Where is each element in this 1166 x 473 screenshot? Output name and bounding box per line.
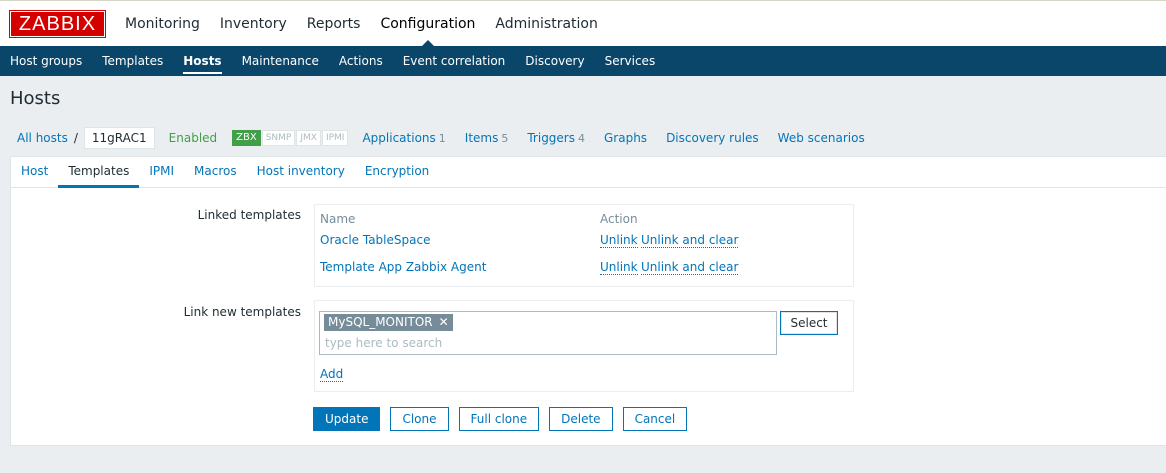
linked-template-name[interactable]: Oracle TableSpace <box>320 233 430 247</box>
form-buttons: Update Clone Full clone Delete Cancel <box>313 407 697 431</box>
breadcrumb-all-hosts[interactable]: All hosts <box>17 131 68 145</box>
triggers-link-wrap: Triggers 4 <box>527 131 585 145</box>
template-search-input[interactable] <box>325 335 765 351</box>
tab-templates[interactable]: Templates <box>58 157 140 188</box>
web-scenarios-link[interactable]: Web scenarios <box>778 131 865 145</box>
unlink-and-clear-link[interactable]: Unlink and clear <box>641 260 739 275</box>
unlink-link[interactable]: Unlink <box>600 233 638 248</box>
menu-reports[interactable]: Reports <box>297 1 371 47</box>
selected-template-label: MySQL_MONITOR <box>328 315 433 329</box>
host-form-panel: Host Templates IPMI Macros Host inventor… <box>10 156 1166 446</box>
snmp-status-badge: SNMP <box>261 130 296 146</box>
submenu-event-correlation[interactable]: Event correlation <box>393 46 516 76</box>
top-header: ZABBIX Monitoring Inventory Reports Conf… <box>0 0 1166 47</box>
submenu-actions[interactable]: Actions <box>329 46 393 76</box>
submenu-hosts[interactable]: Hosts <box>173 46 231 76</box>
unlink-and-clear-link[interactable]: Unlink and clear <box>641 233 739 248</box>
tab-encryption[interactable]: Encryption <box>355 157 439 187</box>
applications-count: 1 <box>438 132 446 145</box>
select-template-button[interactable]: Select <box>780 311 838 335</box>
unlink-link[interactable]: Unlink <box>600 260 638 275</box>
submenu-discovery[interactable]: Discovery <box>515 46 594 76</box>
delete-button[interactable]: Delete <box>549 407 613 431</box>
update-button[interactable]: Update <box>313 407 381 431</box>
tab-ipmi[interactable]: IPMI <box>139 157 184 187</box>
breadcrumb-current-host[interactable]: 11gRAC1 <box>83 127 155 149</box>
linked-templates-label: Linked templates <box>197 208 301 222</box>
add-template-link[interactable]: Add <box>320 367 344 382</box>
tab-host-inventory[interactable]: Host inventory <box>247 157 355 187</box>
clone-button[interactable]: Clone <box>390 407 449 431</box>
triggers-count: 4 <box>578 132 585 145</box>
remove-tag-icon[interactable]: ✕ <box>439 314 449 331</box>
column-name-header: Name <box>320 212 356 226</box>
menu-monitoring[interactable]: Monitoring <box>115 1 210 47</box>
items-link[interactable]: Items <box>465 131 499 145</box>
submenu-maintenance[interactable]: Maintenance <box>232 46 329 76</box>
tab-macros[interactable]: Macros <box>184 157 247 187</box>
link-new-templates-label: Link new templates <box>183 305 301 319</box>
linked-template-name[interactable]: Template App Zabbix Agent <box>320 260 486 274</box>
host-status-enabled[interactable]: Enabled <box>169 131 218 145</box>
availability-indicators: ZBX SNMP JMX IPMI <box>231 130 349 146</box>
selected-template-tag: MySQL_MONITOR ✕ <box>324 314 453 331</box>
items-count: 5 <box>501 132 509 145</box>
jmx-status-badge: JMX <box>296 130 321 146</box>
triggers-link[interactable]: Triggers <box>527 131 575 145</box>
submenu-services[interactable]: Services <box>595 46 666 76</box>
full-clone-button[interactable]: Full clone <box>458 407 540 431</box>
template-multiselect[interactable]: MySQL_MONITOR ✕ <box>319 311 777 355</box>
sub-menu: Host groups Templates Hosts Maintenance … <box>0 46 1166 76</box>
ipmi-status-badge: IPMI <box>321 130 349 146</box>
cancel-button[interactable]: Cancel <box>622 407 688 431</box>
link-new-templates-box: MySQL_MONITOR ✕ Select Add <box>314 300 854 392</box>
menu-administration[interactable]: Administration <box>485 1 607 47</box>
breadcrumb-separator: / <box>73 131 78 145</box>
applications-link-wrap: Applications 1 <box>362 131 445 145</box>
menu-configuration[interactable]: Configuration <box>370 1 485 47</box>
page-title: Hosts <box>10 88 61 109</box>
submenu-host-groups[interactable]: Host groups <box>0 46 92 76</box>
zabbix-logo[interactable]: ZABBIX <box>9 10 106 38</box>
column-action-header: Action <box>600 212 638 226</box>
breadcrumb: All hosts / 11gRAC1 Enabled ZBX SNMP JMX… <box>10 124 884 152</box>
zbx-status-badge: ZBX <box>232 130 261 146</box>
tab-host[interactable]: Host <box>11 157 58 187</box>
applications-link[interactable]: Applications <box>362 131 435 145</box>
form-tabs: Host Templates IPMI Macros Host inventor… <box>11 157 1166 188</box>
submenu-templates[interactable]: Templates <box>92 46 173 76</box>
discovery-rules-link[interactable]: Discovery rules <box>666 131 759 145</box>
linked-templates-table: Name Action Oracle TableSpace Unlink Unl… <box>314 204 854 287</box>
items-link-wrap: Items 5 <box>465 131 509 145</box>
main-menu: Monitoring Inventory Reports Configurati… <box>115 1 608 47</box>
graphs-link[interactable]: Graphs <box>604 131 647 145</box>
menu-inventory[interactable]: Inventory <box>210 1 297 47</box>
